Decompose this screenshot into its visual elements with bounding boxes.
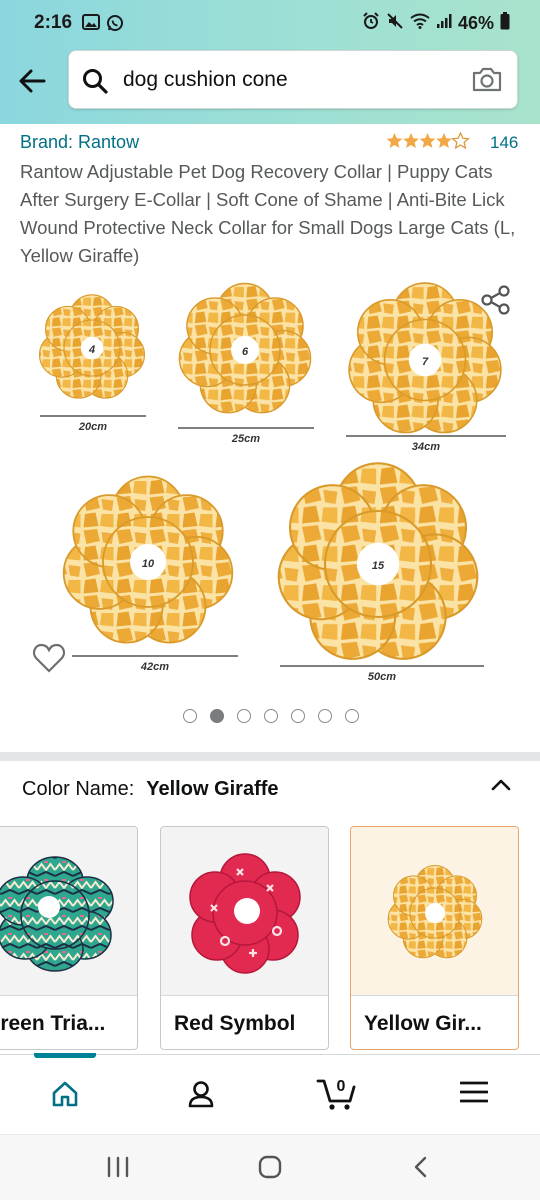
heart-icon[interactable] [32, 642, 66, 679]
carousel-dot[interactable] [237, 709, 251, 723]
alarm-icon [362, 12, 380, 35]
swatch-image [0, 827, 137, 995]
product-title: Rantow Adjustable Pet Dog Recovery Colla… [20, 161, 516, 266]
home-icon[interactable] [50, 1079, 80, 1114]
color-name-value: Yellow Giraffe [146, 778, 279, 800]
collar-inner-size: 4 [88, 344, 95, 356]
home-button-icon[interactable] [258, 1155, 282, 1184]
chevron-up-icon[interactable] [490, 777, 512, 798]
status-right-icons: 46% [362, 12, 510, 35]
system-navigation-bar [0, 1134, 540, 1200]
collar-width-label: 34cm [412, 441, 440, 453]
recent-apps-icon[interactable] [106, 1155, 130, 1184]
cart-count: 0 [337, 1078, 346, 1095]
search-input[interactable]: dog cushion cone [123, 68, 288, 92]
menu-icon[interactable] [459, 1079, 489, 1110]
image-carousel-dots[interactable] [183, 709, 359, 723]
rating-count[interactable]: 146 [490, 133, 518, 153]
collar-width-label: 50cm [368, 671, 396, 683]
color-name-row: Color Name: Yellow Giraffe [22, 778, 279, 801]
collar-width-label: 20cm [78, 421, 107, 433]
color-swatch-red[interactable]: Red Symbol [160, 826, 329, 1050]
mute-icon [386, 12, 404, 35]
search-icon [81, 67, 109, 100]
bottom-navigation: 0 [0, 1053, 540, 1134]
camera-icon[interactable] [471, 65, 503, 98]
collar-size-chart-image: 4 20cm 6 25cm 7 34cm 10 42cm 15 50cm [38, 282, 506, 683]
cart-icon[interactable]: 0 [316, 1075, 358, 1116]
stars-icon [386, 132, 470, 150]
carousel-dot[interactable] [318, 709, 332, 723]
status-bar: 2:16 46% [0, 0, 540, 48]
battery-percent: 46% [457, 13, 494, 33]
signal-icon [436, 13, 452, 34]
whatsapp-notification-icon [106, 14, 124, 37]
product-image[interactable]: 4 20cm 6 25cm 7 34cm 10 42cm 15 50cm [0, 280, 540, 700]
swatch-label: Green Tria... [0, 995, 137, 1049]
swatch-image [351, 827, 518, 995]
star-rating[interactable] [386, 132, 470, 150]
collar-inner-size: 15 [372, 560, 385, 572]
battery-icon [500, 12, 510, 35]
app-header: 2:16 46% dog cushion cone [0, 0, 540, 124]
active-tab-indicator [34, 1053, 96, 1058]
collar-inner-size: 10 [142, 558, 155, 570]
carousel-dot[interactable] [291, 709, 305, 723]
swatch-image [161, 827, 328, 995]
back-button-icon[interactable] [410, 1155, 432, 1184]
share-icon[interactable] [480, 284, 512, 321]
collar-inner-size: 7 [422, 356, 429, 368]
carousel-dot[interactable] [264, 709, 278, 723]
collar-width-label: 25cm [231, 433, 260, 445]
wifi-icon [410, 13, 430, 34]
account-icon[interactable] [186, 1079, 216, 1114]
back-arrow-icon[interactable] [16, 64, 50, 98]
carousel-dot[interactable] [345, 709, 359, 723]
color-swatch-yellow-selected[interactable]: Yellow Gir... [350, 826, 519, 1050]
brand-link[interactable]: Brand: Rantow [20, 132, 139, 153]
swatch-label: Red Symbol [161, 995, 328, 1049]
gallery-notification-icon [82, 14, 100, 37]
collar-width-label: 42cm [140, 661, 169, 673]
carousel-dot[interactable] [183, 709, 197, 723]
section-divider [0, 752, 540, 761]
collar-inner-size: 6 [242, 346, 249, 358]
carousel-dot-active[interactable] [210, 709, 224, 723]
color-name-label: Color Name: [22, 778, 135, 800]
swatch-label: Yellow Gir... [351, 995, 518, 1049]
status-time: 2:16 [34, 12, 73, 33]
color-swatch-green[interactable]: Green Tria... [0, 826, 138, 1050]
search-bar[interactable]: dog cushion cone [68, 50, 518, 109]
